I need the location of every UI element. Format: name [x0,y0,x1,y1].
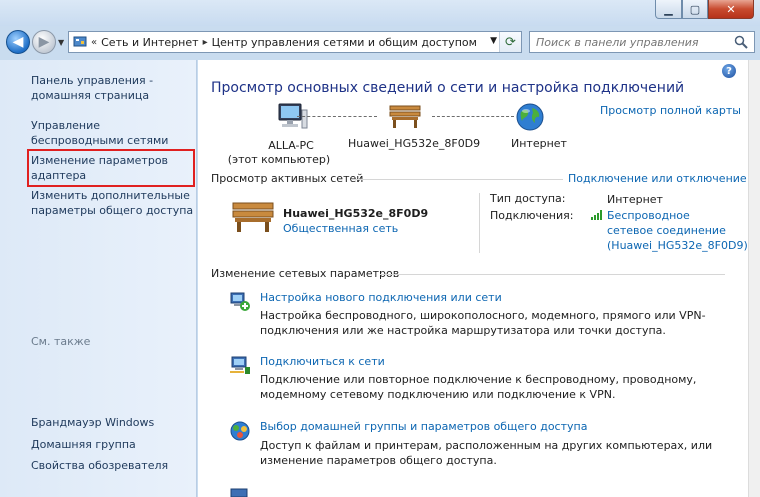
connections-label: Подключения: [490,209,574,222]
active-network-name: Huawei_HG532e_8F0D9 [283,207,429,220]
sidebar-item-homegroup[interactable]: Домашняя группа [31,438,136,451]
connect-network-icon [230,356,250,374]
map-node-router [388,102,422,133]
search-box[interactable] [529,31,755,53]
signal-strength-icon [591,210,602,220]
map-computer-sub: (этот компьютер) [227,153,331,166]
divider [351,179,563,180]
troubleshoot-icon [230,488,248,497]
setup-connection-desc: Настройка беспроводного, широкополосного… [260,309,706,337]
new-connection-icon [230,292,250,311]
minimize-button[interactable]: ▁ [655,0,682,19]
map-internet-label: Интернет [511,137,567,150]
sidebar-item-internet-options[interactable]: Свойства обозревателя [31,459,168,472]
breadcrumb-network-center[interactable]: Центр управления сетями и общим доступом [212,36,477,49]
access-type-label: Тип доступа: [490,192,566,205]
access-type-value: Интернет [607,193,663,206]
homegroup-sharing-link[interactable]: Выбор домашней группы и параметров общег… [260,420,587,433]
page-title: Просмотр основных сведений о сети и наст… [211,80,685,96]
map-router-name: Huawei_HG532e_8F0D9 [348,137,481,150]
divider [380,274,725,275]
change-settings-heading: Изменение сетевых параметров [211,267,400,280]
homegroup-icon [230,421,250,441]
setup-connection-link[interactable]: Настройка нового подключения или сети [260,291,502,304]
see-also-heading: См. также [31,335,91,348]
divider [479,193,480,253]
connect-disconnect-link[interactable]: Подключение или отключение [568,172,747,185]
navigation-bar: ◀ ▶ ▼ « Сеть и Интернет ▸ Центр управлен… [0,26,760,60]
connect-to-network-desc: Подключение или повторное подключение к … [260,373,697,401]
bench-icon [389,105,421,128]
back-button[interactable]: ◀ [6,30,30,54]
map-connector-line [297,116,377,117]
breadcrumb-network-internet[interactable]: Сеть и Интернет [101,36,198,49]
map-node-computer: ALLA-PC (этот компьютер) [228,102,332,167]
connect-to-network-link[interactable]: Подключиться к сети [260,355,385,368]
full-map-link[interactable]: Просмотр полной карты [600,104,741,117]
sidebar-item-home[interactable]: Панель управления - домашняя страница [31,73,191,103]
close-button[interactable]: ✕ [708,0,754,19]
wireless-connection-link[interactable]: Беспроводное сетевое соединение (Huawei_… [607,208,748,253]
address-bar[interactable]: « Сеть и Интернет ▸ Центр управления сет… [68,31,522,53]
sidebar-item-adapter-settings[interactable]: Изменение параметров адаптера [27,149,195,187]
address-dropdown-icon[interactable]: ▼ [490,36,497,46]
sidebar-item-sharing[interactable]: Изменить дополнительные параметры общего… [31,188,196,218]
sidebar-item-wireless[interactable]: Управление беспроводными сетями [31,118,191,148]
window-controls: ▁ ▢ ✕ [655,0,754,19]
breadcrumb-overflow-icon[interactable]: « [91,37,97,48]
bench-icon [232,202,274,232]
map-node-internet [515,102,545,135]
control-panel-icon [73,36,87,47]
active-networks-heading: Просмотр активных сетей [211,172,364,185]
history-dropdown-icon[interactable]: ▼ [58,38,64,47]
map-connector-line [432,116,514,117]
globe-icon [516,103,544,131]
homegroup-sharing-desc: Доступ к файлам и принтерам, расположенн… [260,439,713,467]
sidebar-item-firewall[interactable]: Брандмауэр Windows [31,416,154,429]
breadcrumb-arrow-icon[interactable]: ▸ [203,37,208,48]
help-icon[interactable]: ? [722,64,736,78]
vertical-scrollbar[interactable] [748,60,760,497]
network-type-link[interactable]: Общественная сеть [283,222,398,235]
maximize-button[interactable]: ▢ [682,0,708,19]
refresh-button[interactable]: ⟳ [499,32,521,52]
search-input[interactable] [536,35,716,49]
forward-button[interactable]: ▶ [32,30,56,54]
title-bar: ▁ ▢ ✕ [0,0,760,26]
computer-icon [278,103,308,129]
search-icon[interactable] [734,35,748,49]
map-computer-name: ALLA-PC [268,139,314,152]
